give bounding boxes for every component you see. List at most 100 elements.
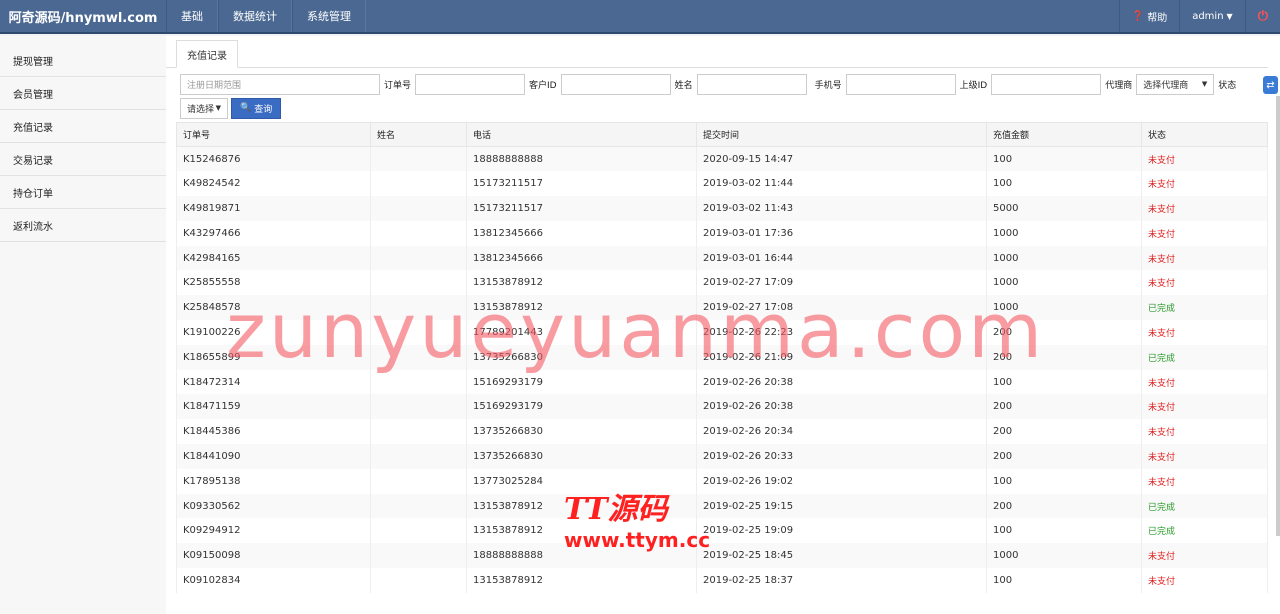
- help-label: 帮助: [1147, 12, 1168, 24]
- tab-divider: [166, 67, 1268, 68]
- col-time[interactable]: 提交时间: [696, 122, 987, 147]
- sidebar-item-positions[interactable]: 持仓订单: [0, 176, 166, 209]
- table-row[interactable]: K09102834 13153878912 2019-02-25 18:37 100 未…: [176, 568, 1268, 593]
- table-row[interactable]: K09330562 13153878912 2019-02-25 19:15 200 已…: [176, 493, 1268, 519]
- float-tool-icon[interactable]: ⇄: [1263, 76, 1278, 94]
- cell-phone: 17789201443: [466, 320, 697, 345]
- cell-order: K09294912: [176, 518, 371, 544]
- cell-status: 未支付: [1141, 320, 1268, 345]
- cell-order: K18441090: [176, 444, 371, 469]
- cell-status: 未支付: [1141, 468, 1268, 494]
- status-select[interactable]: 请选择 ▼: [180, 97, 228, 119]
- cell-status: 未支付: [1141, 543, 1268, 569]
- col-order[interactable]: 订单号: [176, 122, 371, 147]
- cell-phone: 13153878912: [466, 270, 697, 296]
- cell-amount: 100: [986, 369, 1142, 395]
- table-row[interactable]: K18441090 13735266830 2019-02-26 20:33 200 未…: [176, 444, 1268, 469]
- cell-name: [370, 196, 467, 221]
- cell-order: K25855558: [176, 270, 371, 296]
- cell-status: 未支付: [1141, 444, 1268, 469]
- status-select-value: 请选择: [187, 104, 215, 115]
- topnav-system[interactable]: 系统管理: [292, 0, 366, 32]
- tab-recharge-records[interactable]: 充值记录: [176, 40, 238, 68]
- table-row[interactable]: K25855558 13153878912 2019-02-27 17:09 1000…: [176, 270, 1268, 296]
- sidebar-item-withdraw[interactable]: 提现管理: [0, 44, 166, 77]
- col-amount[interactable]: 充值金额: [986, 122, 1142, 147]
- user-menu[interactable]: admin ▼: [1179, 0, 1245, 32]
- search-button[interactable]: 🔍 查询: [231, 97, 282, 119]
- cell-amount: 100: [986, 146, 1142, 172]
- cell-time: 2019-02-25 18:37: [696, 568, 987, 593]
- cell-status: 未支付: [1141, 568, 1268, 593]
- sidebar-item-recharge[interactable]: 充值记录: [0, 110, 166, 143]
- cell-order: K42984165: [176, 245, 371, 271]
- cell-phone: 13735266830: [466, 344, 697, 370]
- table-row[interactable]: K43297466 13812345666 2019-03-01 17:36 1000…: [176, 220, 1268, 246]
- table-row[interactable]: K42984165 13812345666 2019-03-01 16:44 1000…: [176, 245, 1268, 271]
- cell-status: 未支付: [1141, 419, 1268, 445]
- cell-name: [370, 568, 467, 593]
- cell-order: K17895138: [176, 468, 371, 494]
- table-row[interactable]: K49824542 15173211517 2019-03-02 11:44 100 未…: [176, 171, 1268, 197]
- cell-time: 2019-02-26 20:34: [696, 419, 987, 445]
- cell-phone: 13773025284: [466, 468, 697, 494]
- scrollbar[interactable]: [1276, 96, 1280, 536]
- table-row[interactable]: K49819871 15173211517 2019-03-02 11:43 5000…: [176, 196, 1268, 221]
- table-row[interactable]: K25848578 13153878912 2019-02-27 17:08 1000…: [176, 295, 1268, 321]
- cell-status: 未支付: [1141, 245, 1268, 271]
- user-name: admin: [1192, 10, 1224, 22]
- cell-status: 未支付: [1141, 270, 1268, 296]
- table-row[interactable]: K15246876 18888888888 2020-09-15 14:47 100 未…: [176, 146, 1268, 172]
- cell-status: 未支付: [1141, 171, 1268, 197]
- cell-time: 2019-02-26 22:23: [696, 320, 987, 345]
- topbar-right: ❓ 帮助 admin ▼ ⏻: [1118, 0, 1280, 32]
- brand-logo[interactable]: 阿奇源码/hnymwl.com: [0, 0, 166, 32]
- cell-time: 2019-02-27 17:09: [696, 270, 987, 296]
- cell-name: [370, 493, 467, 519]
- cell-amount: 1000: [986, 295, 1142, 321]
- cell-name: [370, 419, 467, 445]
- cell-time: 2020-09-15 14:47: [696, 146, 987, 172]
- table-row[interactable]: K18445386 13735266830 2019-02-26 20:34 200 未…: [176, 419, 1268, 445]
- col-name[interactable]: 姓名: [370, 122, 467, 147]
- table-row[interactable]: K09150098 18888888888 2019-02-25 18:45 1000…: [176, 543, 1268, 569]
- cell-status: 已完成: [1141, 518, 1268, 544]
- records-table: 订单号 姓名 电话 提交时间 充值金额 状态 K15246876 18888888…: [176, 122, 1268, 593]
- col-phone[interactable]: 电话: [466, 122, 697, 147]
- table-row[interactable]: K09294912 13153878912 2019-02-25 19:09 100 已…: [176, 518, 1268, 544]
- cell-phone: 18888888888: [466, 543, 697, 569]
- table-row[interactable]: K19100226 17789201443 2019-02-26 22:23 200 未…: [176, 320, 1268, 345]
- cell-status: 未支付: [1141, 220, 1268, 246]
- table-row[interactable]: K18471159 15169293179 2019-02-26 20:38 200 未…: [176, 394, 1268, 420]
- customer-input[interactable]: [560, 73, 671, 95]
- help-icon: ❓: [1131, 10, 1145, 22]
- col-status[interactable]: 状态: [1141, 122, 1268, 147]
- sidebar-item-trades[interactable]: 交易记录: [0, 143, 166, 176]
- date-range-input[interactable]: 注册日期范围: [180, 73, 380, 95]
- cell-time: 2019-02-25 19:09: [696, 518, 987, 544]
- phone-label: 手机号: [814, 80, 842, 91]
- upline-input[interactable]: [991, 73, 1102, 95]
- sidebar-item-rebate[interactable]: 返利流水: [0, 209, 166, 242]
- table-row[interactable]: K17895138 13773025284 2019-02-26 19:02 100 未…: [176, 468, 1268, 494]
- sidebar-item-members[interactable]: 会员管理: [0, 77, 166, 110]
- topnav-stats[interactable]: 数据统计: [218, 0, 292, 32]
- cell-time: 2019-02-26 19:02: [696, 468, 987, 494]
- filter-bar: 注册日期范围 订单号 客户ID 姓名 手机号 上级ID 代理商 选择代理商 ▼ …: [180, 73, 1266, 121]
- phone-input[interactable]: [845, 73, 956, 95]
- table-row[interactable]: K18472314 15169293179 2019-02-26 20:38 100 未…: [176, 369, 1268, 395]
- name-input[interactable]: [696, 73, 807, 95]
- order-input[interactable]: [415, 73, 526, 95]
- topnav-basic[interactable]: 基础: [166, 0, 218, 32]
- upline-label: 上级ID: [959, 80, 988, 91]
- cell-phone: 13153878912: [466, 518, 697, 544]
- agent-select[interactable]: 选择代理商 ▼: [1136, 73, 1215, 95]
- logout-power-icon[interactable]: ⏻: [1244, 0, 1280, 32]
- cell-amount: 1000: [986, 270, 1142, 296]
- table-row[interactable]: K18655899 13735266830 2019-02-26 21:09 200 已…: [176, 344, 1268, 370]
- help-link[interactable]: ❓ 帮助: [1118, 0, 1179, 32]
- cell-phone: 18888888888: [466, 146, 697, 172]
- cell-name: [370, 220, 467, 246]
- cell-name: [370, 518, 467, 544]
- cell-order: K25848578: [176, 295, 371, 321]
